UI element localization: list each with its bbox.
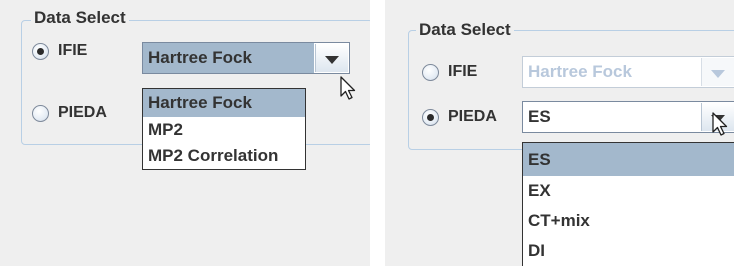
ifie-data-combobox: Hartree Fock (522, 56, 734, 88)
combobox-value: Hartree Fock (528, 62, 632, 81)
pieda-radio-label: PIEDA (58, 104, 107, 121)
pieda-radio-label: PIEDA (448, 108, 497, 125)
group-title: Data Select (416, 20, 514, 40)
pieda-dropdown-list: ES EX CT+mix DI (522, 142, 734, 266)
dropdown-option-hartree-fock[interactable]: Hartree Fock (143, 89, 305, 117)
pieda-radio-option[interactable]: PIEDA (422, 108, 497, 126)
chevron-down-icon (325, 56, 339, 64)
dropdown-option-di[interactable]: DI (523, 236, 734, 266)
dropdown-option-mp2[interactable]: MP2 (143, 117, 305, 143)
combobox-value: ES (528, 107, 551, 126)
dropdown-option-es[interactable]: ES (523, 143, 734, 176)
combobox-arrow-button (701, 58, 734, 86)
mouse-cursor-icon (340, 76, 356, 100)
ifie-dropdown-list: Hartree Fock MP2 MP2 Correlation (142, 88, 306, 170)
radio-checked-dot (427, 113, 434, 121)
dropdown-option-ct-mix[interactable]: CT+mix (523, 206, 734, 236)
combobox-arrow-button[interactable] (315, 44, 348, 72)
pieda-radio-button[interactable] (422, 108, 439, 126)
dropdown-option-ex[interactable]: EX (523, 176, 734, 206)
dropdown-option-mp2-correlation[interactable]: MP2 Correlation (143, 143, 305, 169)
pieda-radio-button[interactable] (32, 104, 49, 122)
data-select-panel-ifie: Data Select IFIE PIEDA Hartree Fock Hart… (0, 0, 370, 266)
ifie-radio-button[interactable] (32, 42, 49, 60)
radio-checked-dot (37, 47, 44, 55)
chevron-down-icon (711, 70, 725, 78)
ifie-data-combobox[interactable]: Hartree Fock (142, 42, 350, 74)
mouse-cursor-icon (712, 112, 728, 136)
pieda-data-combobox[interactable]: ES (522, 101, 734, 133)
ifie-radio-option[interactable]: IFIE (32, 42, 87, 60)
ifie-radio-button[interactable] (422, 63, 439, 81)
ifie-radio-label: IFIE (58, 42, 88, 59)
ifie-radio-label: IFIE (448, 63, 478, 80)
group-title: Data Select (31, 8, 129, 28)
combobox-value: Hartree Fock (143, 43, 314, 73)
pieda-radio-option[interactable]: PIEDA (32, 104, 107, 122)
ifie-radio-option[interactable]: IFIE (422, 63, 477, 81)
data-select-panel-pieda: Data Select IFIE PIEDA Hartree Fock ES E… (385, 0, 734, 266)
